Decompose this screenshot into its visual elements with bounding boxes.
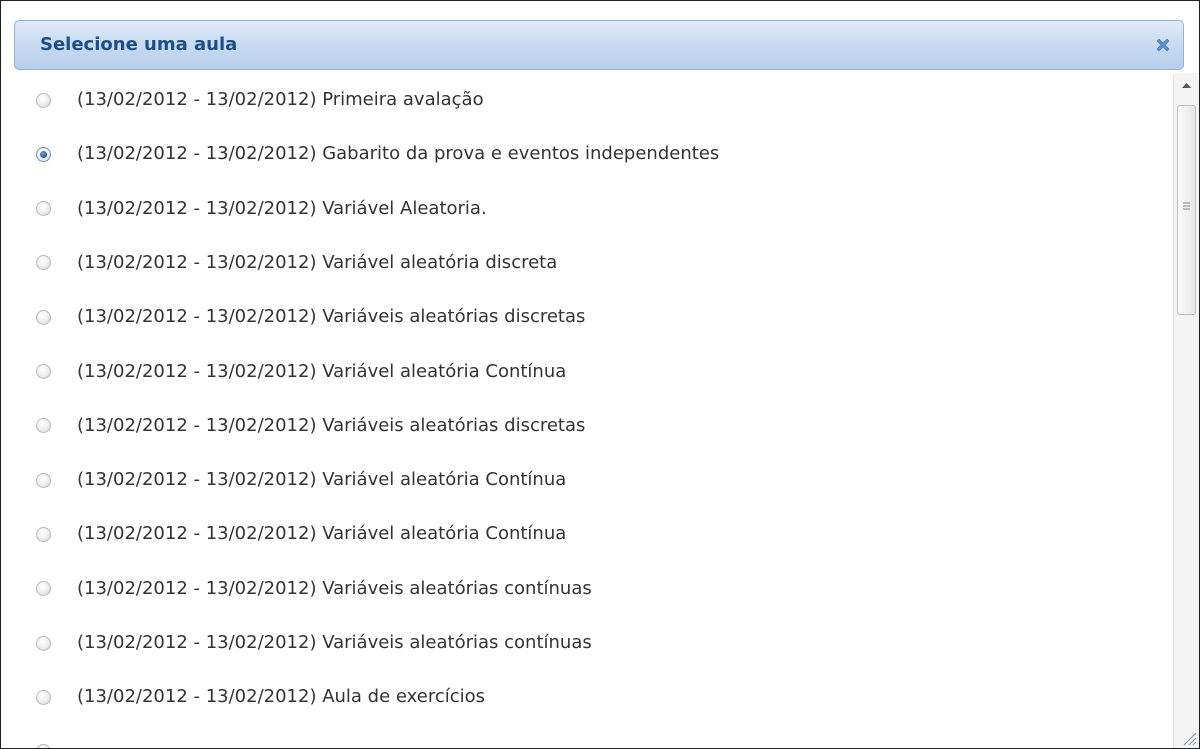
scrollbar-thumb[interactable] [1177, 105, 1196, 315]
radio-unselected-icon[interactable] [36, 201, 51, 217]
radio-unselected-icon[interactable] [36, 744, 51, 748]
radio-unselected-icon[interactable] [36, 472, 51, 488]
radio-unselected-icon[interactable] [36, 689, 51, 705]
lesson-option[interactable]: (13/02/2012 - 13/02/2012) Variável aleat… [36, 248, 557, 278]
resize-handle-icon[interactable] [1181, 730, 1197, 746]
lesson-option[interactable]: (13/02/2012 - 13/02/2012) Variável aleat… [36, 357, 566, 387]
lesson-option-label: (13/02/2012 - 13/02/2012) Variável aleat… [77, 251, 558, 273]
lesson-list: (13/02/2012 - 13/02/2012) Primeira avala… [1, 73, 1173, 748]
radio-unselected-icon[interactable] [36, 526, 51, 542]
lesson-option-label: (13/02/2012 - 13/02/2012) Variável aleat… [77, 469, 567, 491]
close-icon[interactable] [1153, 35, 1173, 55]
lesson-option-label: (13/02/2012 - 13/02/2012) Gabarito da pr… [77, 143, 720, 165]
radio-unselected-icon[interactable] [36, 309, 51, 325]
lesson-option[interactable]: (13/02/2012 - 13/02/2012) Variável Aleat… [36, 194, 487, 224]
radio-unselected-icon[interactable] [36, 364, 51, 379]
lesson-option-label: (13/02/2012 - 13/02/2012) Aula de exercí… [77, 686, 486, 708]
lesson-option-label: (13/02/2012 - 13/02/2012) Variáveis alea… [77, 577, 592, 599]
lesson-option[interactable] [36, 737, 77, 748]
lesson-option[interactable]: (13/02/2012 - 13/02/2012) Primeira avala… [36, 85, 484, 115]
lesson-option-label: (13/02/2012 - 13/02/2012) Variável aleat… [77, 523, 567, 545]
scroll-up-arrow-icon[interactable] [1174, 73, 1199, 99]
lesson-select-dialog: Selecione uma aula (13/02/2012 - 13/02/2… [0, 0, 1200, 749]
lesson-option-label: (13/02/2012 - 13/02/2012) Variáveis alea… [77, 632, 592, 653]
lesson-option-label: (13/02/2012 - 13/02/2012) Primeira avala… [77, 89, 484, 110]
lesson-option[interactable]: (13/02/2012 - 13/02/2012) Variáveis alea… [36, 628, 592, 658]
lesson-option-label: (13/02/2012 - 13/02/2012) Variável aleat… [77, 360, 567, 382]
radio-unselected-icon[interactable] [36, 635, 51, 651]
lesson-option[interactable]: (13/02/2012 - 13/02/2012) Variáveis alea… [36, 302, 585, 332]
lesson-option-label: (13/02/2012 - 13/02/2012) Variáveis alea… [77, 414, 586, 436]
lesson-option[interactable]: (13/02/2012 - 13/02/2012) Variáveis alea… [36, 411, 585, 441]
radio-selected-icon[interactable] [36, 146, 51, 162]
radio-unselected-icon[interactable] [36, 92, 51, 108]
lesson-option[interactable]: (13/02/2012 - 13/02/2012) Aula de exercí… [36, 682, 485, 712]
dialog-title: Selecione uma aula [40, 34, 238, 55]
scrollbar-grip-icon [1183, 202, 1190, 210]
lesson-option[interactable]: (13/02/2012 - 13/02/2012) Variável aleat… [36, 519, 566, 549]
radio-unselected-icon[interactable] [36, 581, 51, 597]
lesson-option[interactable]: (13/02/2012 - 13/02/2012) Gabarito da pr… [36, 139, 719, 169]
dialog-titlebar[interactable]: Selecione uma aula [14, 20, 1184, 70]
radio-unselected-icon[interactable] [36, 418, 51, 434]
lesson-option[interactable]: (13/02/2012 - 13/02/2012) Variável aleat… [36, 465, 566, 495]
lesson-option-label: (13/02/2012 - 13/02/2012) Variáveis alea… [77, 306, 586, 328]
lesson-option-label: (13/02/2012 - 13/02/2012) Variável Aleat… [77, 197, 487, 219]
radio-unselected-icon[interactable] [36, 255, 51, 271]
vertical-scrollbar[interactable] [1173, 73, 1199, 748]
lesson-option[interactable]: (13/02/2012 - 13/02/2012) Variáveis alea… [36, 574, 592, 604]
